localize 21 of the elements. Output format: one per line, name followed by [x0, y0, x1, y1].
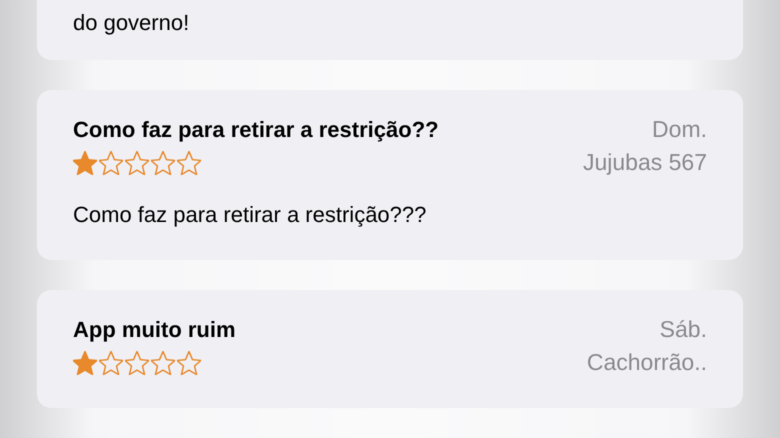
star-icon [151, 350, 175, 374]
review-text: do governo! [73, 10, 190, 36]
star-icon [177, 350, 201, 374]
review-date: Sáb. [660, 316, 707, 343]
review-author: Jujubas 567 [582, 149, 707, 176]
star-icon [73, 150, 97, 174]
review-date: Dom. [652, 116, 707, 143]
star-icon [99, 150, 123, 174]
review-card[interactable]: Como faz para retirar a restrição?? Dom. Jujubas 567 Como faz para retirar a restrição??? [37, 90, 743, 260]
review-card[interactable]: do governo! [37, 0, 743, 60]
star-icon [99, 350, 123, 374]
star-icon [177, 150, 201, 174]
review-title: App muito ruim [73, 316, 236, 342]
review-text: Como faz para retirar a restrição??? [73, 202, 428, 228]
review-title: Como faz para retirar a restrição?? [73, 116, 439, 142]
review-card[interactable]: App muito ruim Sáb. Cachorrão.. [37, 290, 743, 408]
star-icon [125, 150, 149, 174]
star-icon [151, 150, 175, 174]
star-icon [125, 350, 149, 374]
review-author: Cachorrão.. [586, 349, 707, 376]
star-icon [73, 350, 97, 374]
